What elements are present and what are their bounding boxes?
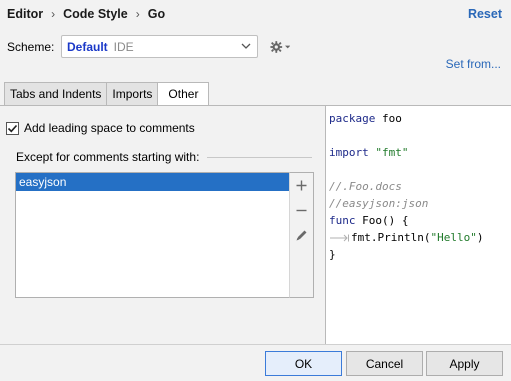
breadcrumb-code-style: Code Style [63, 7, 128, 21]
tab-arrow-icon [330, 234, 349, 242]
code-text: foo [375, 112, 402, 125]
tab-bar: Tabs and Indents Imports Other [4, 82, 210, 105]
tab-imports[interactable]: Imports [106, 82, 159, 105]
checkmark-icon [7, 124, 18, 132]
code-string: "fmt" [375, 146, 409, 159]
ok-button[interactable]: OK [265, 351, 342, 376]
options-panel: Add leading space to comments Except for… [0, 106, 324, 344]
dialog-footer: OK Cancel Apply [0, 344, 511, 381]
scheme-name: Default [67, 39, 108, 54]
cancel-button[interactable]: Cancel [346, 351, 423, 376]
code-text: ) [476, 231, 484, 244]
list-item[interactable]: easyjson [16, 173, 289, 191]
chevron-down-icon [241, 43, 251, 49]
gear-icon [270, 41, 283, 53]
apply-button[interactable]: Apply [426, 351, 503, 376]
section-divider [207, 156, 312, 158]
leading-space-checkbox[interactable] [6, 121, 19, 135]
edit-button[interactable] [290, 223, 313, 248]
exceptions-list[interactable]: easyjson [15, 172, 290, 298]
scheme-dropdown[interactable]: Default IDE [61, 35, 258, 58]
set-from-link[interactable]: Set from... [446, 57, 501, 71]
code-comment: //.Foo.docs [329, 180, 402, 193]
code-keyword: func [329, 214, 356, 227]
breadcrumb-go: Go [147, 7, 166, 21]
reset-link[interactable]: Reset [468, 7, 502, 21]
remove-button[interactable] [290, 198, 313, 223]
code-keyword: import [329, 146, 369, 159]
breadcrumb-separator: › [135, 7, 140, 21]
pencil-icon [296, 230, 307, 241]
add-button[interactable] [290, 173, 313, 198]
leading-space-option[interactable]: Add leading space to comments [6, 121, 195, 135]
tab-tabs-and-indents[interactable]: Tabs and Indents [4, 82, 108, 105]
code-comment: //easyjson:json [329, 197, 429, 210]
minus-icon [296, 209, 307, 212]
leading-space-label: Add leading space to comments [24, 121, 195, 135]
code-line-call: fmt.Println("Hello") [329, 231, 483, 244]
breadcrumb: Editor › Code Style › Go [7, 7, 165, 21]
breadcrumb-separator: › [51, 7, 56, 21]
scheme-sub: IDE [113, 39, 134, 54]
plus-icon [296, 180, 307, 191]
code-line-func: func Foo() { [329, 214, 408, 227]
list-toolbar [289, 172, 314, 298]
code-line-import: import "fmt" [329, 146, 409, 159]
code-text: Foo() { [355, 214, 409, 227]
code-text: fmt.Println( [351, 231, 431, 244]
except-label: Except for comments starting with: [16, 150, 200, 164]
scheme-label: Scheme: [7, 40, 55, 54]
code-line-package: package foo [329, 112, 402, 125]
code-close-brace: } [329, 248, 336, 261]
caret-down-icon [284, 45, 290, 49]
tab-other[interactable]: Other [157, 82, 210, 105]
breadcrumb-editor: Editor [7, 7, 44, 21]
code-keyword: package [329, 112, 376, 125]
code-preview: package foo import "fmt" //.Foo.docs //e… [325, 106, 511, 344]
gear-menu-button[interactable] [270, 39, 290, 55]
except-section-header: Except for comments starting with: [16, 150, 312, 164]
header: Editor › Code Style › Go Reset [0, 0, 511, 30]
code-string: "Hello" [430, 231, 477, 244]
